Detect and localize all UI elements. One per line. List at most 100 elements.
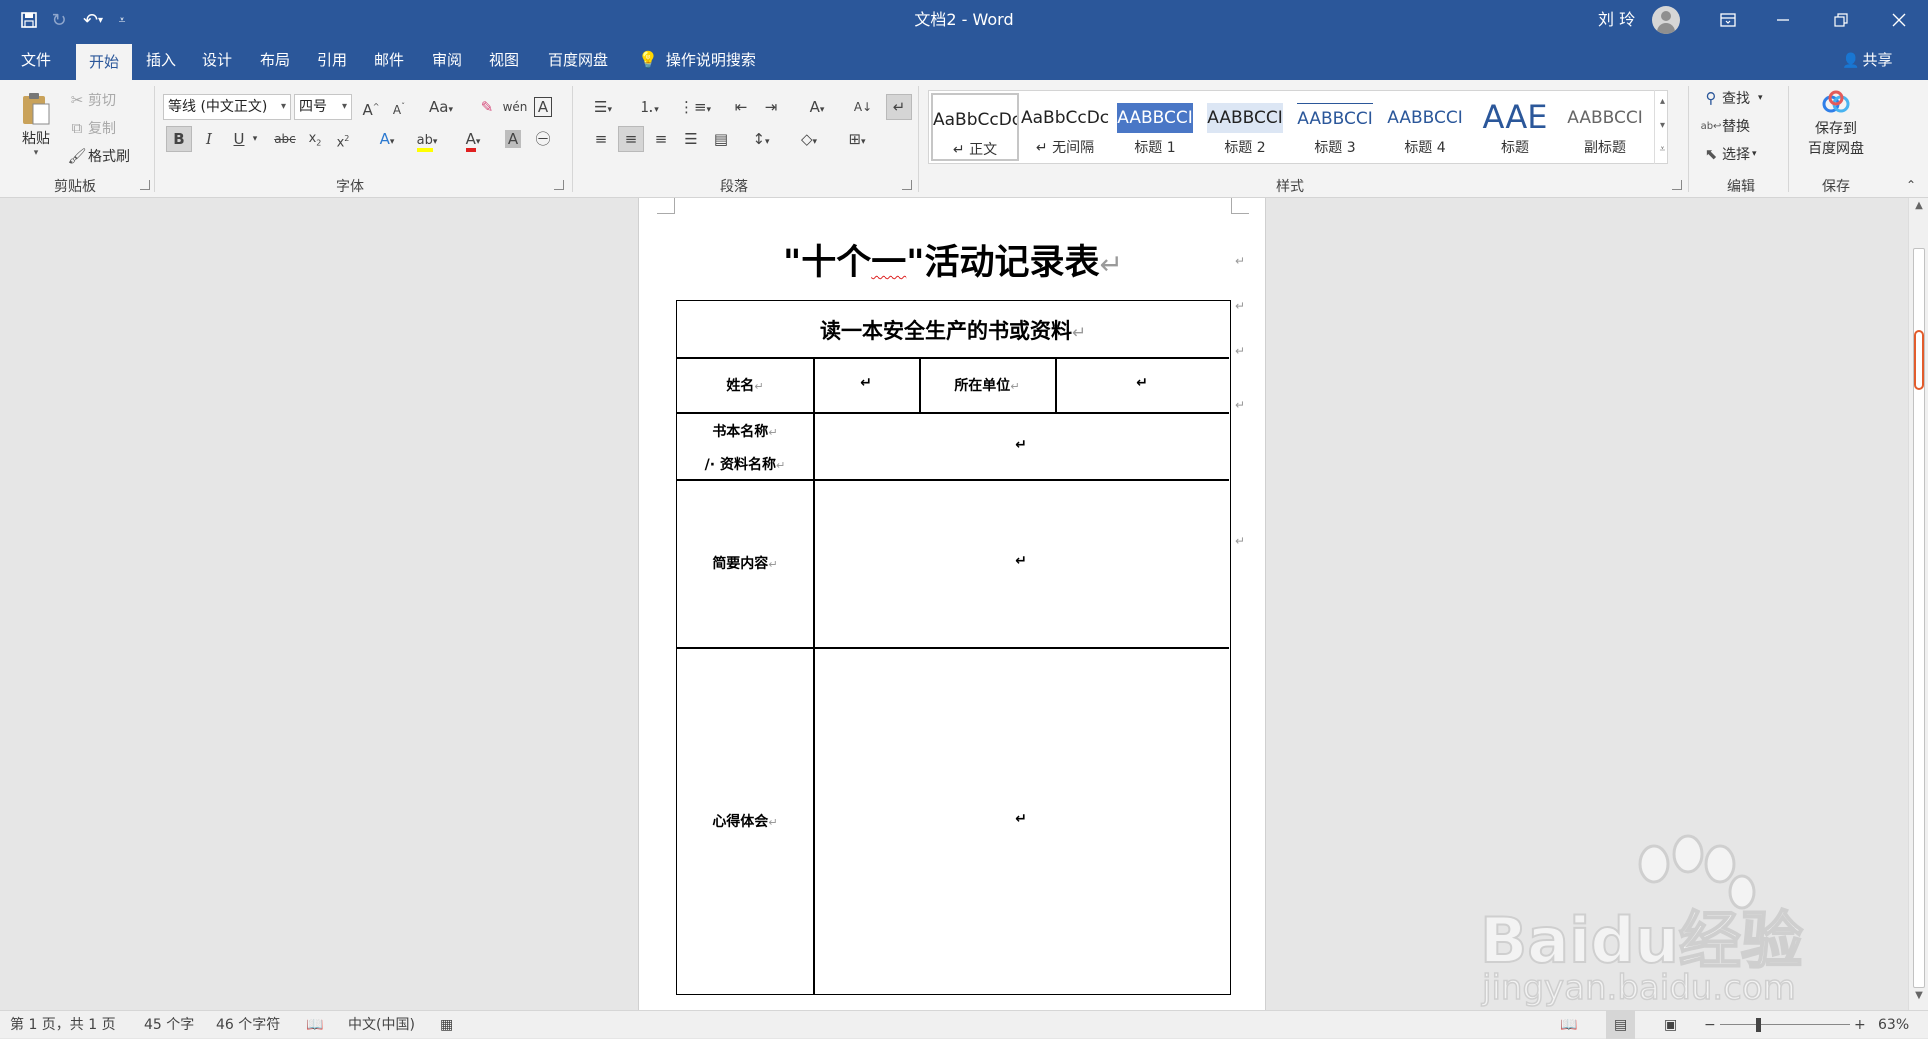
enclose-char-icon[interactable]: ㊀	[530, 126, 556, 152]
increase-indent-icon[interactable]: ⇥	[758, 94, 784, 120]
share-button[interactable]: 👤 共享	[1842, 40, 1892, 80]
tab-file[interactable]: 文件	[8, 40, 64, 80]
tab-review[interactable]: 审阅	[422, 40, 472, 80]
macro-icon[interactable]: ▦	[440, 1011, 453, 1039]
ribbon-display-icon[interactable]	[1705, 0, 1751, 40]
change-case-icon[interactable]: Aa▾	[422, 94, 460, 120]
font-size-combo[interactable]: 四号 ▾	[294, 94, 352, 120]
record-table[interactable]: 读一本安全生产的书或资料↵ 姓名↵ ↵ 所在单位↵ ↵ 书本名称↵ /· 资料名…	[676, 300, 1231, 995]
scroll-up-icon[interactable]: ▲	[1909, 200, 1928, 218]
strikethrough-icon[interactable]: abc	[270, 126, 300, 152]
tab-insert[interactable]: 插入	[136, 40, 186, 80]
document-area[interactable]: "十个一"活动记录表↵ 读一本安全生产的书或资料↵ 姓名↵ ↵ 所在单位↵ ↵ …	[0, 198, 1908, 1010]
char-shading-icon[interactable]: A	[500, 126, 526, 152]
word-count[interactable]: 45 个字	[144, 1011, 194, 1039]
distributed-icon[interactable]: ▤	[708, 126, 734, 152]
tell-me-search[interactable]: 💡 操作说明搜索	[638, 40, 756, 80]
language[interactable]: 中文(中国)	[348, 1011, 415, 1039]
vertical-scrollbar[interactable]: ▲ ▼	[1908, 198, 1928, 1010]
multilevel-list-icon[interactable]: ⋮≡▾	[676, 94, 714, 120]
bold-button[interactable]: B	[166, 126, 192, 152]
style-heading-3[interactable]: AABBCCI 标题 3	[1291, 93, 1379, 161]
numbering-icon[interactable]: ⒈▾	[630, 94, 668, 120]
undo-icon[interactable]: ↶ ▾	[76, 0, 110, 40]
align-left-icon[interactable]: ≡	[588, 126, 614, 152]
cell-unit-label[interactable]: 所在单位↵	[919, 375, 1055, 395]
tab-view[interactable]: 视图	[479, 40, 529, 80]
justify-icon[interactable]: ☰	[678, 126, 704, 152]
cell-name-value[interactable]: ↵	[813, 375, 919, 391]
select-button[interactable]: ⬉ 选择 ▾	[1700, 144, 1757, 164]
cell-name-label[interactable]: 姓名↵	[677, 375, 813, 395]
cell-book-label[interactable]: 书本名称↵	[677, 421, 813, 441]
document-title[interactable]: "十个一"活动记录表↵	[639, 234, 1267, 285]
asian-layout-icon[interactable]: A▾	[798, 94, 836, 120]
char-border-icon[interactable]: A	[530, 94, 556, 120]
find-button[interactable]: ⚲ 查找 ▾	[1700, 88, 1763, 108]
cell-unit-value[interactable]: ↵	[1055, 375, 1229, 391]
avatar[interactable]	[1652, 6, 1680, 34]
clear-formatting-icon[interactable]: ✎	[474, 94, 500, 120]
save-icon[interactable]	[18, 0, 40, 40]
zoom-out-icon[interactable]: −	[1704, 1011, 1716, 1039]
style-heading-4[interactable]: AABBCCI 标题 4	[1381, 93, 1469, 161]
char-count[interactable]: 46 个字符	[216, 1011, 280, 1039]
zoom-in-icon[interactable]: +	[1854, 1011, 1866, 1039]
align-right-icon[interactable]: ≡	[648, 126, 674, 152]
user-name[interactable]: 刘 玲	[1598, 0, 1635, 40]
gallery-scroll[interactable]: ▴ ▾ ⩡	[1654, 90, 1670, 164]
copy-button[interactable]: ⧉ 复制	[66, 118, 116, 138]
gallery-up-icon[interactable]: ▴	[1655, 90, 1670, 114]
read-mode-icon[interactable]: 📖	[1560, 1011, 1577, 1039]
gallery-more-icon[interactable]: ⩡	[1655, 138, 1670, 162]
chevron-down-icon[interactable]: ▾	[248, 126, 262, 152]
shrink-font-icon[interactable]: Aˇ	[386, 94, 412, 120]
cell-material-label[interactable]: /· 资料名称↵	[677, 454, 813, 474]
sort-icon[interactable]: A↓	[850, 94, 876, 120]
paste-button[interactable]: 粘贴 ▾	[14, 90, 58, 162]
shading-icon[interactable]: ◇▾	[790, 126, 828, 152]
minimize-icon[interactable]	[1760, 0, 1806, 40]
bullets-icon[interactable]: ☰▾	[584, 94, 622, 120]
proofing-icon[interactable]: 📖	[306, 1011, 323, 1039]
tab-layout[interactable]: 布局	[250, 40, 300, 80]
highlight-icon[interactable]: ab▾	[410, 126, 444, 152]
cell-summary-label[interactable]: 简要内容↵	[677, 553, 813, 573]
page[interactable]: "十个一"活动记录表↵ 读一本安全生产的书或资料↵ 姓名↵ ↵ 所在单位↵ ↵ …	[638, 198, 1266, 1010]
scroll-down-icon[interactable]: ▼	[1909, 990, 1928, 1008]
cell-insight-value[interactable]: ↵	[813, 811, 1229, 827]
web-layout-icon[interactable]: ▣	[1664, 1011, 1677, 1039]
cell-summary-value[interactable]: ↵	[813, 553, 1229, 569]
borders-icon[interactable]: ⊞▾	[838, 126, 876, 152]
table-heading[interactable]: 读一本安全生产的书或资料↵	[677, 315, 1229, 345]
close-icon[interactable]	[1876, 0, 1922, 40]
style-heading-1[interactable]: AABBCCI 标题 1	[1111, 93, 1199, 161]
style-title[interactable]: AAE 标题	[1471, 93, 1559, 161]
grow-font-icon[interactable]: A^	[358, 94, 384, 120]
save-to-baidu-button[interactable]: 保存到 百度网盘	[1796, 90, 1876, 158]
italic-button[interactable]: I	[196, 126, 222, 152]
style-subtitle[interactable]: AABBCCI 副标题	[1561, 93, 1649, 161]
restore-icon[interactable]	[1818, 0, 1864, 40]
clipboard-launcher-icon[interactable]	[140, 180, 150, 190]
text-effects-icon[interactable]: A▾	[370, 126, 404, 152]
gallery-down-icon[interactable]: ▾	[1655, 114, 1670, 138]
tab-baidu-netdisk[interactable]: 百度网盘	[538, 40, 618, 80]
decrease-indent-icon[interactable]: ⇤	[728, 94, 754, 120]
print-layout-icon[interactable]: ▤	[1606, 1011, 1636, 1039]
font-color-icon[interactable]: A▾	[456, 126, 490, 152]
replace-button[interactable]: ab↩ 替换	[1700, 116, 1750, 136]
tab-design[interactable]: 设计	[192, 40, 242, 80]
redo-icon[interactable]: ↻	[48, 0, 70, 40]
customize-qat-icon[interactable]: ⩡	[114, 0, 130, 40]
paragraph-launcher-icon[interactable]	[902, 180, 912, 190]
tab-mailings[interactable]: 邮件	[364, 40, 414, 80]
format-painter-button[interactable]: 🖌 格式刷	[66, 146, 130, 166]
styles-launcher-icon[interactable]	[1672, 180, 1682, 190]
line-spacing-icon[interactable]: ↕▾	[742, 126, 780, 152]
zoom-level[interactable]: 63%	[1878, 1011, 1909, 1039]
align-center-icon[interactable]: ≡	[618, 126, 644, 152]
style-heading-2[interactable]: AABBCCI 标题 2	[1201, 93, 1289, 161]
phonetic-guide-icon[interactable]: wén	[502, 94, 528, 120]
tab-home[interactable]: 开始	[76, 44, 132, 80]
